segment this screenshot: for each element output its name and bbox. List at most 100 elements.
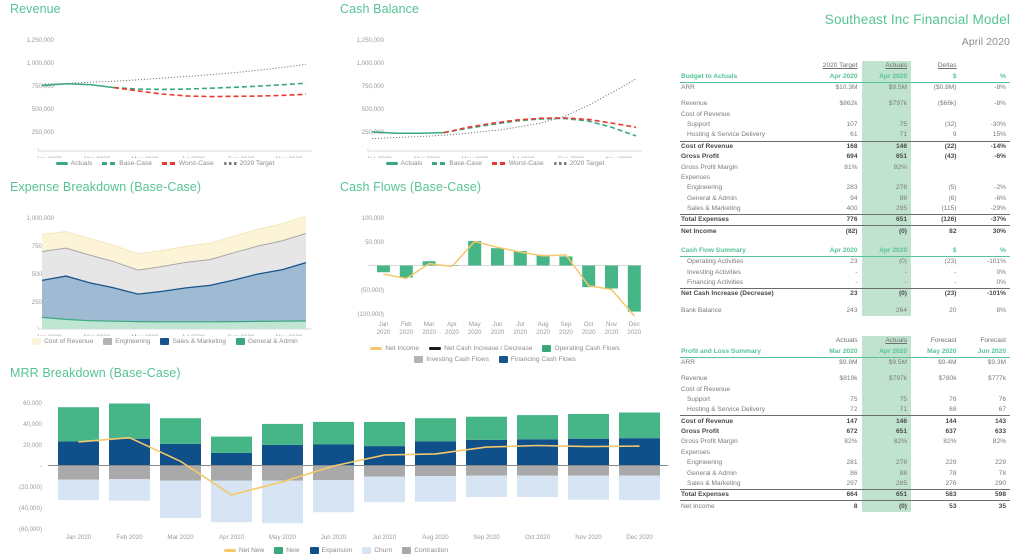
row-value: $819k bbox=[812, 374, 862, 384]
row-value: 75 bbox=[862, 395, 912, 405]
row-value: 86 bbox=[812, 468, 862, 478]
row-value bbox=[812, 173, 862, 183]
svg-text:1,000,000: 1,000,000 bbox=[356, 60, 384, 67]
row-value: 229 bbox=[961, 458, 1011, 468]
row-value: 0% bbox=[961, 267, 1011, 277]
row-value bbox=[862, 448, 912, 458]
legend-swatch-expansion bbox=[310, 547, 319, 554]
dashboard-root: Revenue 1,250,000 1,000,000 750,000 500,… bbox=[0, 0, 1024, 558]
row-label: Revenue bbox=[680, 374, 812, 384]
legend-item: Worst-Case bbox=[162, 160, 214, 167]
row-value: - bbox=[862, 267, 912, 277]
svg-text:Mar 2020: Mar 2020 bbox=[84, 156, 111, 158]
row-value bbox=[911, 109, 961, 119]
table-row: Hosting & Service Delivery 61 71 9 15% bbox=[680, 130, 1010, 141]
table-super-header-row: 2020 Target Actuals Deltas bbox=[680, 61, 1010, 71]
legend-label: Actuals bbox=[401, 160, 423, 167]
row-label: Cost of Revenue bbox=[680, 384, 812, 394]
row-value: 637 bbox=[911, 427, 961, 437]
svg-text:2020: 2020 bbox=[491, 329, 505, 336]
row-value bbox=[862, 109, 912, 119]
row-value: 168 bbox=[812, 141, 862, 152]
legend-item: Operating Cash Flows bbox=[542, 345, 619, 352]
row-value: 229 bbox=[911, 458, 961, 468]
row-value: 30% bbox=[961, 226, 1011, 237]
cash-balance-legend: Actuals Base-Case Worst-Case 2020 Target bbox=[330, 160, 660, 167]
row-value: - bbox=[812, 267, 862, 277]
legend-label: Engineering bbox=[115, 338, 150, 345]
table-row-total: Total Expenses 664 651 583 598 bbox=[680, 489, 1010, 500]
svg-text:Oct: Oct bbox=[584, 321, 594, 328]
table-row: Investing Activities - - - 0% bbox=[680, 267, 1010, 277]
revenue-chart-title: Revenue bbox=[10, 2, 330, 16]
legend-swatch-actuals bbox=[386, 162, 398, 165]
table-row: Gross Profit 672 651 637 633 bbox=[680, 427, 1010, 437]
row-value: $797k bbox=[862, 374, 912, 384]
legend-item: Actuals bbox=[56, 160, 93, 167]
row-value: $862k bbox=[812, 99, 862, 109]
column-header: $ bbox=[911, 246, 961, 257]
row-value: 20 bbox=[911, 306, 961, 316]
table-row: ARR $10.3M $9.5M ($0.8M) -8% bbox=[680, 82, 1010, 93]
super-header-cell: Deltas bbox=[911, 61, 961, 71]
row-value: -29% bbox=[961, 204, 1011, 215]
row-value: 23 bbox=[812, 257, 862, 268]
row-label: Gross Profit bbox=[680, 427, 812, 437]
super-header-cell: Actuals bbox=[812, 336, 862, 346]
legend-label: Expansion bbox=[322, 547, 353, 554]
legend-item: Contraction bbox=[402, 547, 448, 554]
table-row: Hosting & Service Delivery 72 71 68 67 bbox=[680, 405, 1010, 416]
table-row: Bank Balance 243 264 20 8% bbox=[680, 306, 1010, 316]
row-value: 278 bbox=[862, 458, 912, 468]
row-value: 9 bbox=[911, 130, 961, 141]
legend-swatch-target bbox=[224, 162, 237, 165]
table-row: Sales & Marketing 297 285 276 290 bbox=[680, 479, 1010, 490]
svg-text:Apr 2020: Apr 2020 bbox=[219, 534, 245, 541]
row-value: 82% bbox=[812, 437, 862, 447]
row-value: 264 bbox=[862, 306, 912, 316]
svg-text:Jul 2020: Jul 2020 bbox=[511, 156, 535, 158]
expense-breakdown-svg: 1,000,000 750,000 500,000 250,000 bbox=[0, 196, 330, 336]
svg-text:Dec: Dec bbox=[629, 321, 640, 328]
legend-swatch-worst-case bbox=[162, 162, 176, 165]
panel-cash-balance: Cash Balance 1,250,000 1,000,000 750,000… bbox=[330, 2, 660, 167]
legend-item: 2020 Target bbox=[224, 160, 275, 167]
svg-text:Aug: Aug bbox=[538, 321, 550, 328]
row-value bbox=[961, 173, 1011, 183]
legend-item: Expansion bbox=[310, 547, 353, 554]
svg-text:Jun: Jun bbox=[493, 321, 504, 328]
row-label: Total Expenses bbox=[680, 215, 812, 226]
table-row-total: Net Cash Increase (Decrease) 23 (0) (23)… bbox=[680, 289, 1010, 300]
row-value: 290 bbox=[961, 479, 1011, 490]
row-value bbox=[961, 162, 1011, 172]
svg-text:1,000,000: 1,000,000 bbox=[26, 60, 54, 67]
row-value: 583 bbox=[911, 489, 961, 500]
svg-text:Mar 2020: Mar 2020 bbox=[84, 334, 111, 336]
row-value: 400 bbox=[812, 204, 862, 215]
legend-swatch-operating-cash-flows bbox=[542, 345, 551, 352]
row-value: -8% bbox=[961, 82, 1011, 93]
legend-swatch-financing-cash-flows bbox=[499, 356, 508, 363]
column-header: Apr 2020 bbox=[812, 246, 862, 257]
row-value bbox=[911, 173, 961, 183]
row-label: Cost of Revenue bbox=[680, 109, 812, 119]
svg-text:Jul: Jul bbox=[516, 321, 524, 328]
svg-text:(40,000): (40,000) bbox=[19, 505, 42, 512]
table-row-total: Net Income 8 (0) 53 35 bbox=[680, 501, 1010, 512]
super-header-cell: Actuals bbox=[862, 61, 912, 71]
svg-text:60,000: 60,000 bbox=[23, 400, 42, 407]
row-value bbox=[961, 384, 1011, 394]
svg-text:Nov 2020: Nov 2020 bbox=[575, 534, 602, 541]
row-label: Cost of Revenue bbox=[680, 141, 812, 152]
legend-swatch-worst-case bbox=[492, 162, 506, 165]
row-value: -30% bbox=[961, 120, 1011, 130]
row-value: $9.4M bbox=[911, 357, 961, 368]
legend-label: Financing Cash Flows bbox=[511, 356, 576, 363]
legend-swatch-contraction bbox=[402, 547, 411, 554]
row-value: 278 bbox=[862, 183, 912, 193]
row-label: Expenses bbox=[680, 448, 812, 458]
svg-text:Jul 2020: Jul 2020 bbox=[181, 334, 205, 336]
row-value: (23) bbox=[911, 289, 961, 300]
svg-text:Jun 2020: Jun 2020 bbox=[321, 534, 347, 541]
row-label: Net Cash Increase (Decrease) bbox=[680, 289, 812, 300]
